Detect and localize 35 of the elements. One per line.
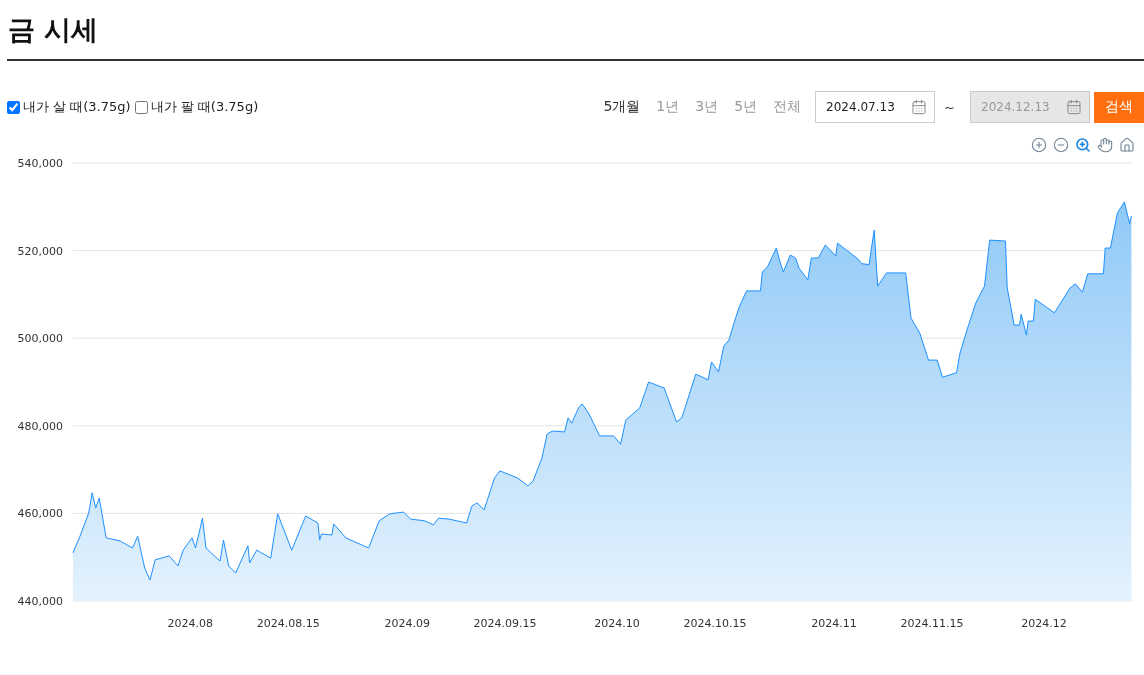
x-axis-label: 2024.10.15	[683, 617, 747, 630]
calendar-icon	[911, 99, 928, 115]
checkbox-label: 내가 살 때(3.75g)	[23, 98, 131, 116]
period-tab[interactable]: 5개월	[595, 98, 649, 116]
y-axis-label: 480,000	[17, 419, 63, 433]
x-axis-label: 2024.10	[594, 617, 640, 630]
magnifier-tool[interactable]	[1074, 136, 1091, 153]
y-axis-label: 500,000	[17, 332, 63, 346]
x-axis-label: 2024.09.15	[473, 617, 537, 630]
x-axis-label: 2024.11.15	[900, 617, 964, 630]
x-axis-label: 2024.09	[384, 617, 430, 630]
hand-tool[interactable]	[1096, 136, 1113, 153]
page-title: 금 시세	[7, 0, 1144, 61]
x-axis-label: 2024.08	[167, 617, 213, 630]
period-tab[interactable]: 전체	[765, 98, 810, 116]
y-axis-label: 520,000	[17, 244, 63, 258]
date-field[interactable]: 2024.07.13	[815, 91, 936, 123]
zoom-in-tool[interactable]	[1030, 136, 1047, 153]
x-axis-label: 2024.12	[1021, 617, 1067, 630]
x-axis-label: 2024.11	[811, 617, 857, 630]
period-tab[interactable]: 5년	[726, 98, 766, 116]
calendar-icon	[1066, 99, 1082, 115]
y-axis-label: 460,000	[17, 507, 63, 521]
period-tab[interactable]: 1년	[648, 98, 688, 116]
checkbox[interactable]	[134, 100, 148, 114]
y-axis-label: 540,000	[17, 157, 63, 170]
checkbox-label: 내가 팔 때(3.75g)	[150, 98, 259, 116]
period-tab[interactable]: 3년	[687, 98, 727, 116]
range-separator: ~	[944, 99, 955, 115]
search-button[interactable]: 검색	[1094, 91, 1144, 123]
zoom-out-tool[interactable]	[1052, 136, 1069, 153]
y-axis-label: 440,000	[17, 595, 63, 608]
x-axis-label: 2024.08.15	[256, 617, 320, 630]
checkbox[interactable]	[7, 100, 20, 114]
home-tool[interactable]	[1118, 136, 1135, 153]
